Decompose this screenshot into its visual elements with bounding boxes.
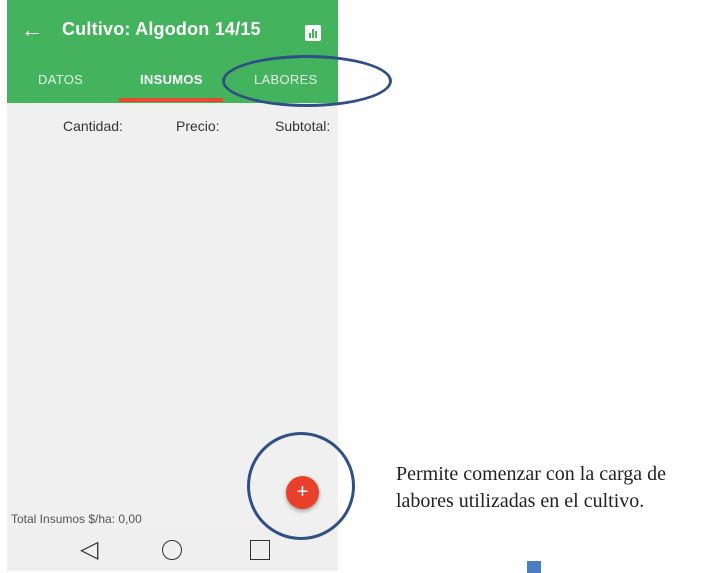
- column-header-cantidad: Cantidad:: [63, 118, 123, 134]
- tab-insumos[interactable]: INSUMOS: [140, 72, 203, 87]
- labores-tab-highlight-ellipse: [222, 55, 392, 107]
- add-button-highlight-ellipse: [247, 432, 355, 540]
- total-insumos-label: Total Insumos $/ha: 0,00: [11, 512, 142, 526]
- active-tab-indicator: [119, 98, 223, 102]
- column-header-precio: Precio:: [176, 118, 220, 134]
- page-title: Cultivo: Algodon 14/15: [62, 19, 261, 39]
- nav-home-icon[interactable]: [162, 540, 182, 560]
- blue-square-marker: [527, 561, 541, 573]
- nav-recent-apps-icon[interactable]: [250, 540, 270, 560]
- bar-chart-icon[interactable]: [305, 25, 321, 41]
- nav-back-icon[interactable]: ◁: [80, 535, 98, 564]
- annotation-text: Permite comenzar con la carga de labores…: [396, 463, 667, 512]
- column-header-subtotal: Subtotal:: [275, 118, 331, 134]
- arrow-left-icon[interactable]: ←: [21, 18, 45, 42]
- tab-datos[interactable]: DATOS: [38, 72, 83, 87]
